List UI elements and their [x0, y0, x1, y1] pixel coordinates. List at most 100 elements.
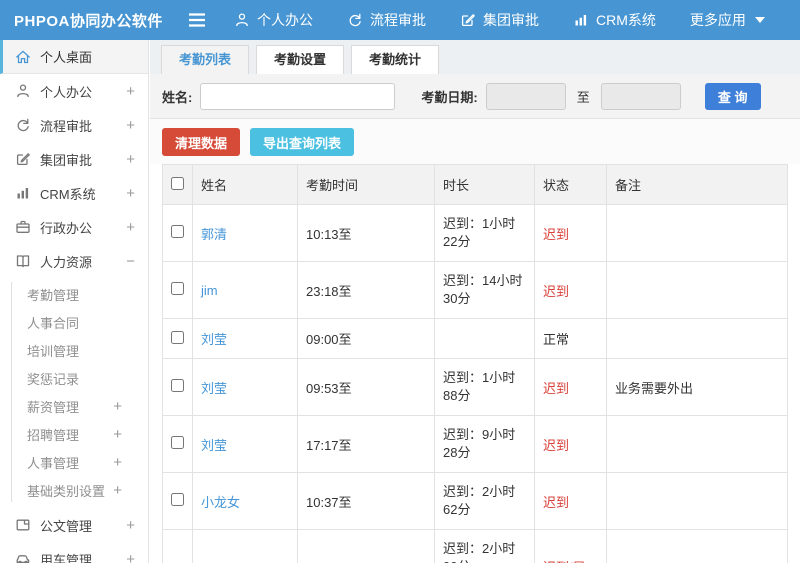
sidebar-item-label: 流程审批 [40, 118, 93, 134]
sidebar-subitem-label: 薪资管理 [27, 399, 80, 415]
attendance-table-wrap: 姓名 考勤时间 时长 状态 备注 郭清 10:13至 迟到：1小时22分 迟到 jim 23:18… [150, 164, 800, 563]
table-body: 郭清 10:13至 迟到：1小时22分 迟到 jim 23:18至 迟到：14小时30分 迟到… [162, 204, 788, 563]
expand-toggle-icon[interactable]: + [113, 454, 122, 471]
name-input[interactable] [200, 82, 396, 110]
chart-icon [15, 185, 31, 201]
query-button[interactable]: 查 询 [704, 82, 761, 110]
row-checkbox[interactable] [171, 330, 184, 344]
sidebar-item-个人办公[interactable]: 个人办公 + [0, 74, 148, 108]
sidebar-subitem-薪资管理[interactable]: 薪资管理 + [0, 392, 148, 420]
attendance-time-cell: 09:00至 [297, 318, 435, 359]
hamburger-menu-icon[interactable] [186, 12, 208, 28]
sidebar-item-行政办公[interactable]: 行政办公 + [0, 210, 148, 244]
briefcase-icon [15, 219, 31, 235]
status-cell: 正常 [534, 318, 607, 359]
topnav-item-label: 流程审批 [370, 12, 426, 28]
edit-icon [460, 12, 476, 28]
note-cell [606, 204, 788, 262]
topnav-item-流程审批[interactable]: 流程审批 [347, 10, 426, 30]
sidebar: 个人桌面 个人办公 + 流程审批 + 集团审批 + CRM系统 + 行政办公 + 人力资源 − 考勤管理人… [0, 40, 149, 563]
employee-name-link[interactable]: 小龙女 [192, 472, 298, 530]
expand-toggle-icon[interactable]: + [126, 551, 135, 563]
employee-name-link[interactable]: 刘莹 [192, 415, 298, 473]
expand-toggle-icon[interactable]: + [126, 83, 135, 100]
edit-icon [15, 151, 31, 167]
date-to-input[interactable] [600, 82, 681, 110]
tab-考勤设置[interactable]: 考勤设置 [256, 45, 345, 74]
person-icon [15, 83, 31, 99]
attendance-time-cell: 10:54至10:54 [297, 529, 435, 563]
expand-toggle-icon[interactable]: + [126, 185, 135, 202]
employee-name-link[interactable]: jim [192, 261, 298, 319]
sidebar-item-label: 行政办公 [40, 220, 93, 236]
sidebar-subitem-基础类别设置[interactable]: 基础类别设置 + [0, 476, 148, 504]
expand-toggle-icon[interactable]: + [113, 426, 122, 443]
name-label: 姓名: [162, 89, 193, 105]
person-icon [234, 12, 250, 28]
topnav-item-个人办公[interactable]: 个人办公 [234, 10, 313, 30]
employee-name-link[interactable]: 刘莹 [192, 358, 298, 416]
topnav-item-label: CRM系统 [596, 12, 656, 28]
expand-toggle-icon[interactable]: + [126, 151, 135, 168]
row-checkbox-cell [162, 358, 193, 416]
row-checkbox[interactable] [171, 436, 184, 449]
expand-toggle-icon[interactable]: + [126, 219, 135, 236]
doc-icon [15, 517, 31, 533]
expand-toggle-icon[interactable]: − [126, 253, 135, 270]
employee-name-link[interactable]: 管理员 [192, 529, 298, 563]
attendance-time-cell: 23:18至 [297, 261, 435, 319]
clean-data-button[interactable]: 清理数据 [162, 128, 241, 156]
attendance-time-cell: 10:37至 [297, 472, 435, 530]
employee-name-link[interactable]: 郭清 [192, 204, 298, 262]
date-from-input[interactable] [485, 82, 566, 110]
sidebar-item-人力资源[interactable]: 人力资源 − [0, 244, 148, 278]
status-cell: 迟到 [534, 204, 607, 262]
sidebar-subitem-培训管理[interactable]: 培训管理 [0, 336, 148, 364]
expand-toggle-icon[interactable]: + [113, 482, 122, 499]
note-cell [606, 472, 788, 530]
export-list-button[interactable]: 导出查询列表 [250, 128, 355, 156]
status-cell: 迟到/早退 [534, 529, 607, 563]
column-header-考勤时间: 考勤时间 [297, 164, 435, 205]
table-row: 刘莹 17:17至 迟到：9小时28分 迟到 [162, 415, 788, 473]
employee-name-link[interactable]: 刘莹 [192, 318, 298, 359]
select-all-checkbox-cell [162, 164, 193, 205]
search-bar: 姓名: 考勤日期: 至 查 询 [150, 74, 800, 119]
home-icon [15, 49, 31, 65]
sidebar-subitem-label: 招聘管理 [27, 427, 80, 443]
expand-toggle-icon[interactable]: + [126, 117, 135, 134]
topnav-item-更多应用[interactable]: 更多应用 [690, 10, 765, 30]
row-checkbox[interactable] [171, 282, 184, 295]
sidebar-subitem-人事管理[interactable]: 人事管理 + [0, 448, 148, 476]
tab-考勤列表[interactable]: 考勤列表 [161, 45, 250, 74]
select-all-checkbox[interactable] [171, 176, 184, 190]
sidebar-item-用车管理[interactable]: 用车管理 + [0, 542, 148, 563]
sidebar-item-CRM系统[interactable]: CRM系统 + [0, 176, 148, 210]
sidebar-item-流程审批[interactable]: 流程审批 + [0, 108, 148, 142]
duration-cell: 迟到：14小时30分 [434, 261, 535, 319]
topnav-item-集团审批[interactable]: 集团审批 [460, 10, 539, 30]
expand-toggle-icon[interactable]: + [126, 517, 135, 534]
sidebar-item-集团审批[interactable]: 集团审批 + [0, 142, 148, 176]
topnav-item-CRM系统[interactable]: CRM系统 [573, 10, 656, 30]
duration-cell: 迟到：2小时62分 [434, 472, 535, 530]
sidebar-subitem-招聘管理[interactable]: 招聘管理 + [0, 420, 148, 448]
sidebar-item-个人桌面[interactable]: 个人桌面 [0, 40, 148, 74]
expand-toggle-icon[interactable]: + [113, 398, 122, 415]
note-cell: 业务需要外出 [606, 358, 788, 416]
sidebar-item-公文管理[interactable]: 公文管理 + [0, 508, 148, 542]
row-checkbox[interactable] [171, 379, 184, 392]
sidebar-subitem-label: 考勤管理 [27, 287, 80, 303]
tab-考勤统计[interactable]: 考勤统计 [351, 45, 440, 74]
flow-icon [15, 117, 31, 133]
sidebar-subitem-奖惩记录[interactable]: 奖惩记录 [0, 364, 148, 392]
row-checkbox[interactable] [171, 493, 184, 506]
row-checkbox-cell [162, 415, 193, 473]
row-checkbox[interactable] [171, 225, 184, 238]
sidebar-subitem-人事合同[interactable]: 人事合同 [0, 308, 148, 336]
sidebar-item-label: 公文管理 [40, 518, 93, 534]
sidebar-subitem-考勤管理[interactable]: 考勤管理 [0, 280, 148, 308]
book-icon [15, 253, 31, 269]
row-checkbox-cell [162, 529, 193, 563]
row-checkbox-cell [162, 472, 193, 530]
